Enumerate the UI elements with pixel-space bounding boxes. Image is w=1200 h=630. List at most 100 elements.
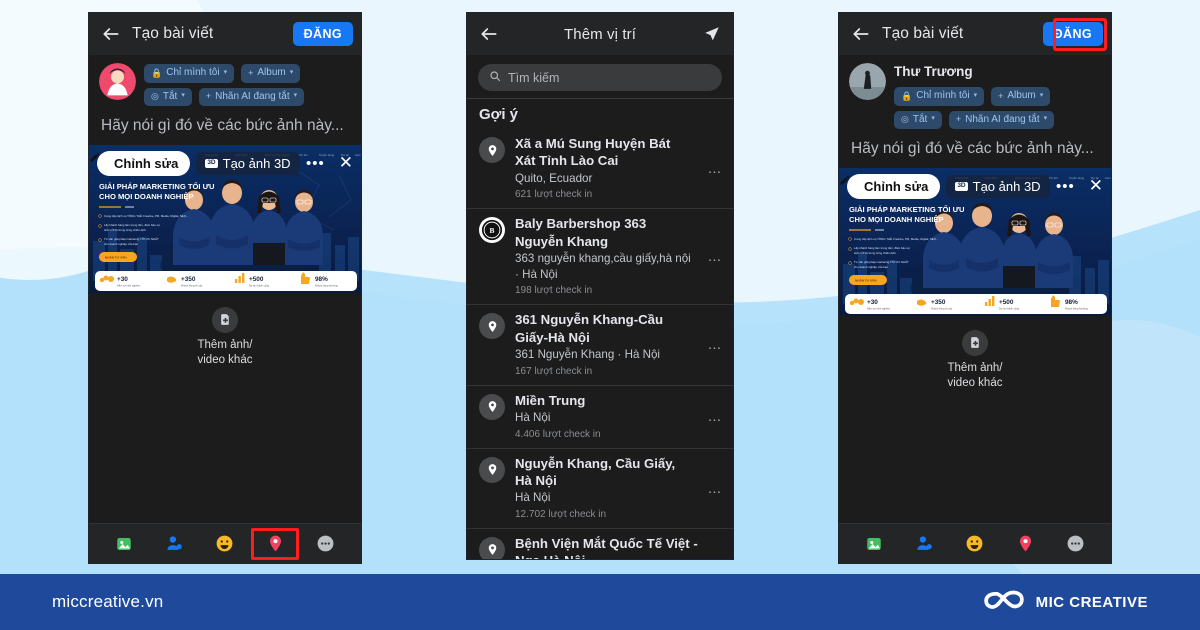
ellipsis-icon[interactable]: …	[704, 160, 724, 176]
chip-ai-label[interactable]: + Nhãn AI đang tắt ▾	[948, 110, 1055, 129]
feeling-icon[interactable]	[964, 533, 986, 555]
three-d-icon: 3D	[955, 182, 968, 191]
location-name: Nguyễn Khang, Cầu Giấy, Hà Nội	[515, 455, 676, 489]
chip-album[interactable]: + Album ▾	[991, 87, 1051, 106]
svg-text:HÀI LÒNG trong từng chiến dịch: HÀI LÒNG trong từng chiến dịch	[104, 227, 146, 232]
list-item[interactable]: Bệnh Viện Mắt Quốc Tế Việt - Nga Hà Nội	[467, 529, 733, 559]
svg-text:98%: 98%	[1065, 299, 1078, 306]
location-name: Baly Barbershop 363 Nguyễn Khang	[515, 216, 647, 249]
location-checkins: 621 lượt check in	[515, 189, 593, 201]
p3-chips-row-1: 🔒 Chỉ mình tôi ▾ + Album ▾	[894, 87, 1101, 106]
p3-add-more-media[interactable]: Thêm ảnh/ video khác	[839, 316, 1111, 392]
svg-text:Khách hàng hài lòng: Khách hàng hài lòng	[1065, 307, 1088, 310]
chip-album[interactable]: + Album ▾	[241, 64, 301, 83]
chip-ai-label-text: Nhãn AI đang tắt	[965, 113, 1040, 125]
avatar[interactable]	[849, 63, 886, 100]
feeling-icon[interactable]	[214, 533, 236, 555]
send-location-icon[interactable]	[703, 25, 721, 43]
chip-privacy[interactable]: 🔒 Chỉ mình tôi ▾	[144, 64, 235, 83]
search-input[interactable]: Tìm kiếm	[478, 64, 722, 91]
add-more-label-2: video khác	[947, 377, 1003, 390]
p3-image-actions: Chỉnh sửa 3D Tạo ảnh 3D ••• ✕	[839, 173, 1111, 199]
close-icon[interactable]: ✕	[1089, 176, 1103, 196]
list-item[interactable]: B Baly Barbershop 363 Nguyễn Khang 363 n…	[467, 209, 733, 306]
back-icon[interactable]	[849, 22, 873, 46]
ellipsis-icon[interactable]: …	[704, 248, 724, 264]
chevron-down-icon: ▾	[223, 68, 228, 76]
avatar[interactable]	[99, 63, 136, 100]
chip-camera[interactable]: ◎ Tắt ▾	[144, 87, 192, 106]
location-checkins: 198 lượt check in	[515, 285, 593, 297]
svg-text:Tư vấn giải pháp marketing TỐI: Tư vấn giải pháp marketing TỐI ƯU NHẤT	[854, 259, 909, 264]
p3-composer-header: Thư Trương 🔒 Chỉ mình tôi ▾ + Album ▾ ◎ …	[839, 55, 1111, 133]
photo-icon[interactable]	[863, 533, 885, 555]
infinity-logo-icon	[982, 587, 1026, 618]
svg-text:Cung cấp dịch vụ TỔNG THỂ Crea: Cung cấp dịch vụ TỔNG THỂ Creative, PR, …	[104, 213, 189, 218]
chevron-down-icon: ▾	[973, 91, 978, 99]
post-button[interactable]: ĐĂNG	[1042, 22, 1103, 46]
three-d-icon: 3D	[205, 159, 218, 168]
p3-attached-image[interactable]: Trang chủGiới thiệu Dịch vụ tổng quát ▾T…	[839, 167, 1111, 316]
tag-people-icon[interactable]	[164, 533, 186, 555]
chip-privacy[interactable]: 🔒 Chỉ mình tôi ▾	[894, 87, 985, 106]
location-pin-icon	[479, 456, 505, 483]
svg-text:HÀI LÒNG trong từng chiến dịch: HÀI LÒNG trong từng chiến dịch	[854, 250, 896, 255]
more-options-icon[interactable]	[315, 533, 337, 555]
svg-text:cho doanh nghiệp của bạn: cho doanh nghiệp của bạn	[854, 265, 888, 269]
list-item[interactable]: 361 Nguyễn Khang-Cầu Giấy-Hà Nội 361 Ngu…	[467, 305, 733, 386]
phone-screen-add-location: Thêm vị trí Tìm kiếm Gợi ý Xã a Mú Sung …	[466, 12, 734, 560]
p3-chips-row-2: ◎ Tắt ▾ + Nhãn AI đang tắt ▾	[894, 110, 1101, 129]
p3-topbar: Tạo bài viết ĐĂNG	[839, 13, 1111, 55]
edit-button[interactable]: Chỉnh sửa	[90, 150, 191, 176]
svg-text:Khách hàng tin cậy: Khách hàng tin cậy	[181, 284, 203, 287]
edit-button[interactable]: Chỉnh sửa	[840, 173, 941, 199]
ellipsis-icon[interactable]: …	[704, 408, 724, 424]
location-checkins: 167 lượt check in	[515, 365, 593, 377]
svg-text:CHO MỌI DOANH NGHIỆP: CHO MỌI DOANH NGHIỆP	[849, 215, 944, 224]
svg-text:GIẢI PHÁP MARKETING TỐI ƯU: GIẢI PHÁP MARKETING TỐI ƯU	[99, 181, 215, 191]
photo-icon[interactable]	[113, 533, 135, 555]
svg-text:98%: 98%	[315, 276, 328, 283]
ellipsis-icon[interactable]: •••	[1056, 178, 1075, 195]
post-text-input[interactable]: Hãy nói gì đó về các bức ảnh này...	[89, 110, 361, 145]
post-text-input[interactable]: Hãy nói gì đó về các bức ảnh này...	[839, 133, 1111, 168]
phone-screen-create-post-2: Tạo bài viết ĐĂNG Thư Trương 🔒 Chỉ mình …	[838, 12, 1112, 564]
p1-attached-image[interactable]: Trang chủGiới thiệu Dịch vụ tổng quát ▾T…	[89, 144, 361, 293]
list-item[interactable]: Xã a Mú Sung Huyện Bát Xát Tỉnh Lào Cai …	[467, 129, 733, 210]
chevron-down-icon: ▾	[289, 68, 294, 76]
p1-chips-row-1: 🔒 Chỉ mình tôi ▾ + Album ▾	[144, 64, 351, 83]
location-address: Hà Nội	[515, 491, 551, 505]
back-icon[interactable]	[99, 22, 123, 46]
chip-camera-label: Tắt	[912, 113, 928, 125]
location-pin-icon[interactable]	[251, 527, 300, 560]
chip-ai-label[interactable]: + Nhãn AI đang tắt ▾	[198, 87, 305, 106]
post-button[interactable]: ĐĂNG	[292, 22, 353, 46]
add-photo-icon	[212, 306, 238, 333]
ellipsis-icon[interactable]: …	[704, 480, 724, 496]
ellipsis-icon[interactable]: •••	[306, 155, 325, 172]
lock-icon: 🔒	[151, 67, 163, 78]
location-pin-icon	[479, 137, 505, 163]
phone-screen-create-post-1: Tạo bài viết ĐĂNG 🔒 Chỉ mình tôi ▾ + Alb…	[88, 12, 362, 564]
list-item-body: Bệnh Viện Mắt Quốc Tế Việt - Nga Hà Nội	[515, 535, 723, 559]
close-icon[interactable]: ✕	[339, 153, 353, 173]
business-logo-icon: B	[479, 217, 505, 244]
list-item[interactable]: Nguyễn Khang, Cầu Giấy, Hà Nội Hà Nội 12…	[467, 449, 733, 529]
ellipsis-icon[interactable]: …	[704, 336, 724, 352]
create-3d-photo-button[interactable]: 3D Tạo ảnh 3D	[946, 174, 1050, 198]
p1-topbar: Tạo bài viết ĐĂNG	[89, 13, 361, 55]
p1-image-actions: Chỉnh sửa 3D Tạo ảnh 3D ••• ✕	[89, 150, 361, 176]
p1-add-more-media[interactable]: Thêm ảnh/ video khác	[89, 293, 361, 369]
location-address: Hà Nội	[515, 411, 551, 425]
chip-ai-label-text: Nhãn AI đang tắt	[215, 90, 290, 102]
plus-icon: +	[998, 90, 1004, 101]
location-pin-icon[interactable]	[1014, 533, 1036, 555]
chip-camera[interactable]: ◎ Tắt ▾	[894, 110, 942, 129]
edit-button-label: Chỉnh sửa	[114, 155, 179, 171]
user-name: Thư Trương	[894, 64, 973, 79]
tag-people-icon[interactable]	[914, 533, 936, 555]
list-item[interactable]: Miền Trung Hà Nội 4.406 lượt check in …	[467, 386, 733, 449]
create-3d-photo-button[interactable]: 3D Tạo ảnh 3D	[196, 151, 300, 175]
more-options-icon[interactable]	[1065, 533, 1087, 555]
list-item-body: Baly Barbershop 363 Nguyễn Khang 363 ngu…	[515, 215, 694, 297]
